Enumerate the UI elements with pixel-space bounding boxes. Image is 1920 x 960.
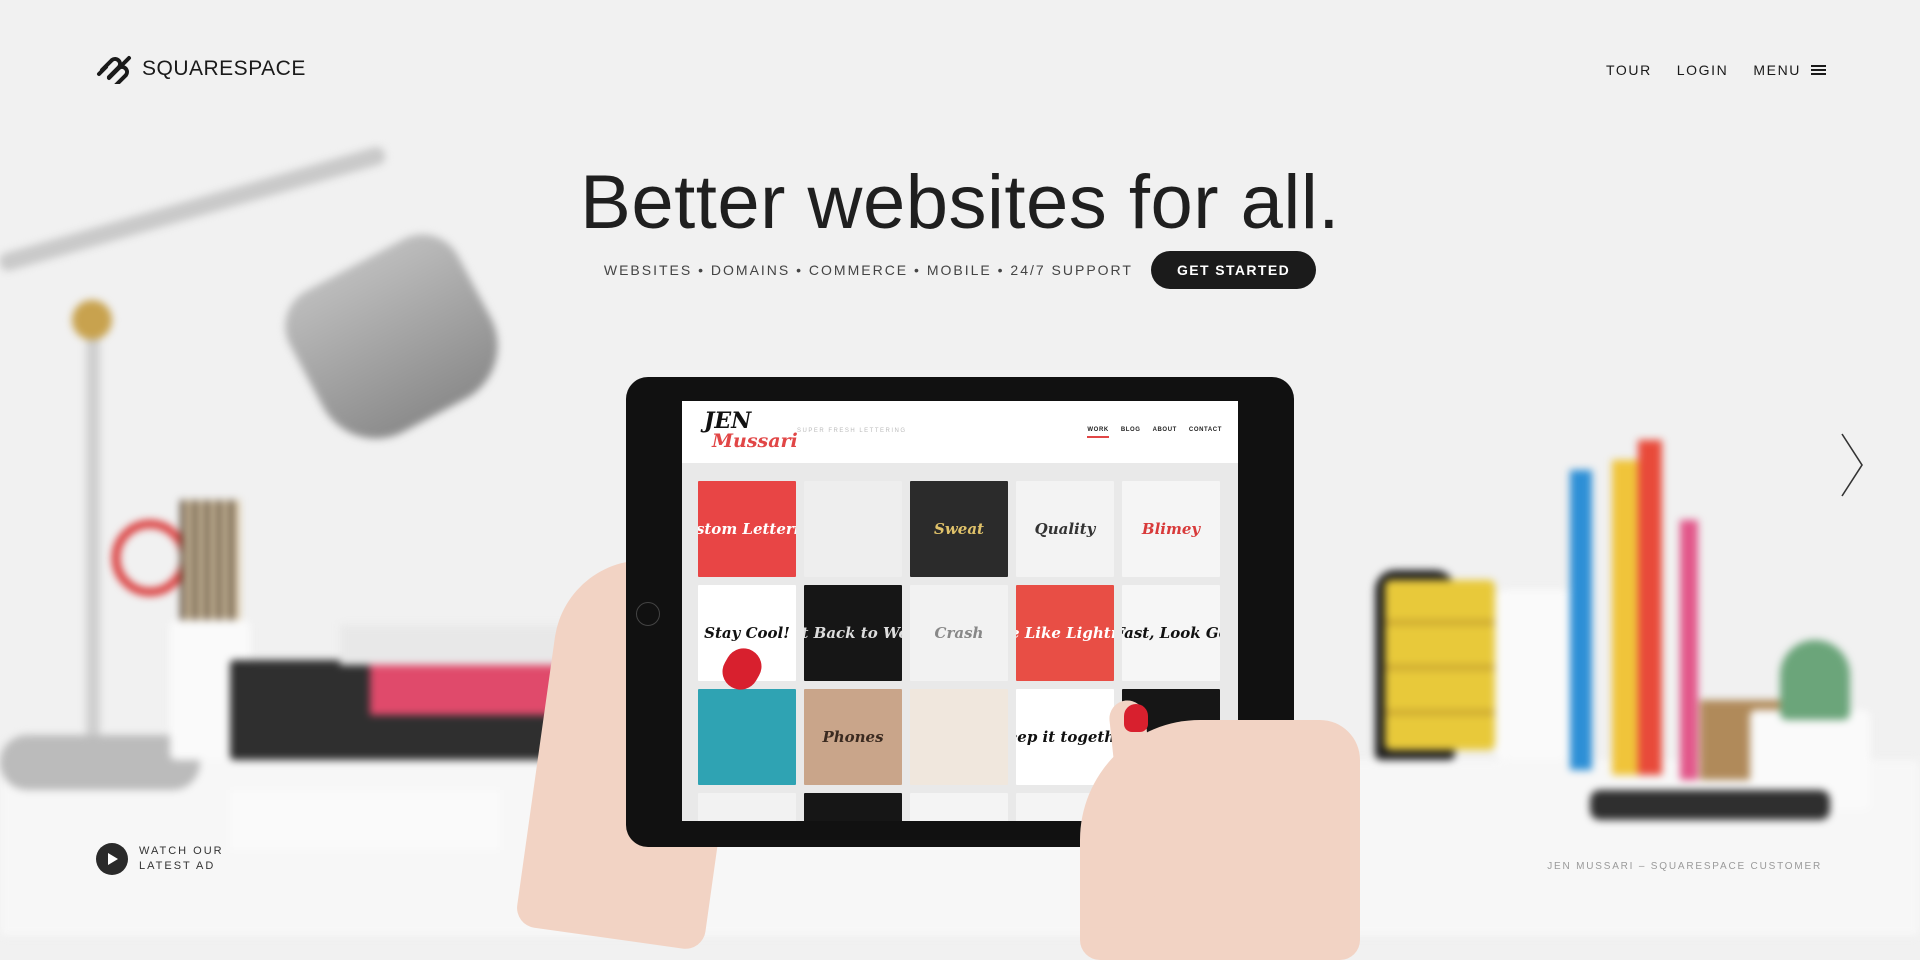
portfolio-tile[interactable] <box>910 689 1008 785</box>
brand-name: SQUARESPACE <box>142 57 306 80</box>
portfolio-tile[interactable]: Eager <box>804 793 902 821</box>
portfolio-tile-text: Blimey <box>1141 520 1201 538</box>
lamp-pole <box>86 320 100 760</box>
portfolio-tile-text: keep it together <box>1016 728 1114 746</box>
site-logo-line1: JEN <box>704 408 752 434</box>
hero-headline: Better websites for all. <box>580 160 1340 245</box>
portfolio-tile-text: Ride Like Lightning <box>1016 624 1114 642</box>
lamp-joint <box>72 300 112 340</box>
site-nav-work[interactable]: WORK <box>1087 427 1109 438</box>
feature-list: WEBSITES • DOMAINS • COMMERCE • MOBILE •… <box>603 262 1133 278</box>
book-red <box>1638 440 1662 775</box>
jar-white <box>1495 590 1575 760</box>
portfolio-tile-text: Phones <box>822 728 884 746</box>
hamburger-icon <box>1811 65 1826 75</box>
portfolio-tile[interactable]: Phones <box>804 689 902 785</box>
site-nav-blog[interactable]: BLOG <box>1121 427 1141 438</box>
cans <box>1385 580 1495 750</box>
portfolio-tile[interactable]: Crash <box>910 585 1008 681</box>
next-arrow-icon[interactable] <box>1838 432 1866 498</box>
watch-ad-line2: LATEST AD <box>139 860 216 872</box>
portfolio-tile-text: Get Back to Work <box>804 624 902 642</box>
portfolio-tile[interactable]: Custom Lettering <box>698 481 796 577</box>
brand-logo[interactable]: SQUARESPACE <box>96 54 306 84</box>
portfolio-tile[interactable]: Ride Like Lightning <box>1016 585 1114 681</box>
portfolio-tile-text: Stay Cool! <box>704 624 790 642</box>
portfolio-tile[interactable] <box>698 689 796 785</box>
book-pink-right <box>1680 520 1698 780</box>
portfolio-tile[interactable]: Quality <box>1016 481 1114 577</box>
plant <box>1780 640 1850 720</box>
portfolio-tile-text: Quality <box>1034 520 1096 538</box>
site-nav-contact[interactable]: CONTACT <box>1189 427 1222 438</box>
watch-ad-link[interactable]: WATCH OUR LATEST AD <box>96 843 229 875</box>
site-logo: JEN Mussari <box>704 408 798 452</box>
site-nav-about[interactable]: ABOUT <box>1153 427 1177 438</box>
get-started-button[interactable]: GET STARTED <box>1150 251 1317 289</box>
portfolio-tile[interactable]: Go Fast, Look Good! <box>1122 585 1220 681</box>
paper-left <box>230 790 500 850</box>
markers-right <box>1590 790 1830 820</box>
nav-menu-label: MENU <box>1753 62 1801 78</box>
book-pink-left <box>370 665 570 715</box>
portfolio-tile[interactable]: Blimey <box>1122 481 1220 577</box>
top-nav: TOUR LOGIN MENU <box>1606 62 1826 78</box>
pencils <box>180 500 240 620</box>
book-blue <box>1570 470 1592 770</box>
portfolio-tile-text: Crash <box>934 624 984 642</box>
watch-ad-line1: WATCH OUR <box>139 845 224 857</box>
nav-login[interactable]: LOGIN <box>1677 62 1729 78</box>
hero-subline: WEBSITES • DOMAINS • COMMERCE • MOBILE •… <box>0 251 1920 289</box>
portfolio-tile-text: Custom Lettering <box>698 520 796 538</box>
tablet-home-button <box>636 602 660 626</box>
nav-tour[interactable]: TOUR <box>1606 62 1652 78</box>
portfolio-tile[interactable]: Fresh Hot Custom <box>910 793 1008 821</box>
portfolio-tile[interactable]: keep it together <box>1016 689 1114 785</box>
site-header: JEN Mussari SUPER FRESH LETTERING WORK B… <box>682 401 1238 463</box>
fingernail <box>1124 704 1148 732</box>
squarespace-logo-icon <box>97 56 131 84</box>
portfolio-tile[interactable]: Get Back to Work <box>804 585 902 681</box>
portfolio-tile-text: Sweat <box>934 520 984 538</box>
customer-caption: JEN MUSSARI – SQUARESPACE CUSTOMER <box>1547 861 1822 872</box>
portfolio-tile-text: Go Fast, Look Good! <box>1122 624 1220 642</box>
watch-ad-text: WATCH OUR LATEST AD <box>139 844 229 874</box>
play-icon <box>96 843 128 875</box>
portfolio-tile[interactable] <box>804 481 902 577</box>
site-logo-line2: Mussari <box>712 430 798 452</box>
site-tagline: SUPER FRESH LETTERING <box>797 428 907 434</box>
book-yellow <box>1612 460 1638 775</box>
nav-menu[interactable]: MENU <box>1753 62 1826 78</box>
portfolio-tile[interactable]: USA <box>698 793 796 821</box>
site-nav: WORK BLOG ABOUT CONTACT <box>1087 427 1222 438</box>
portfolio-tile[interactable]: Sweat <box>910 481 1008 577</box>
scissors <box>112 520 188 596</box>
